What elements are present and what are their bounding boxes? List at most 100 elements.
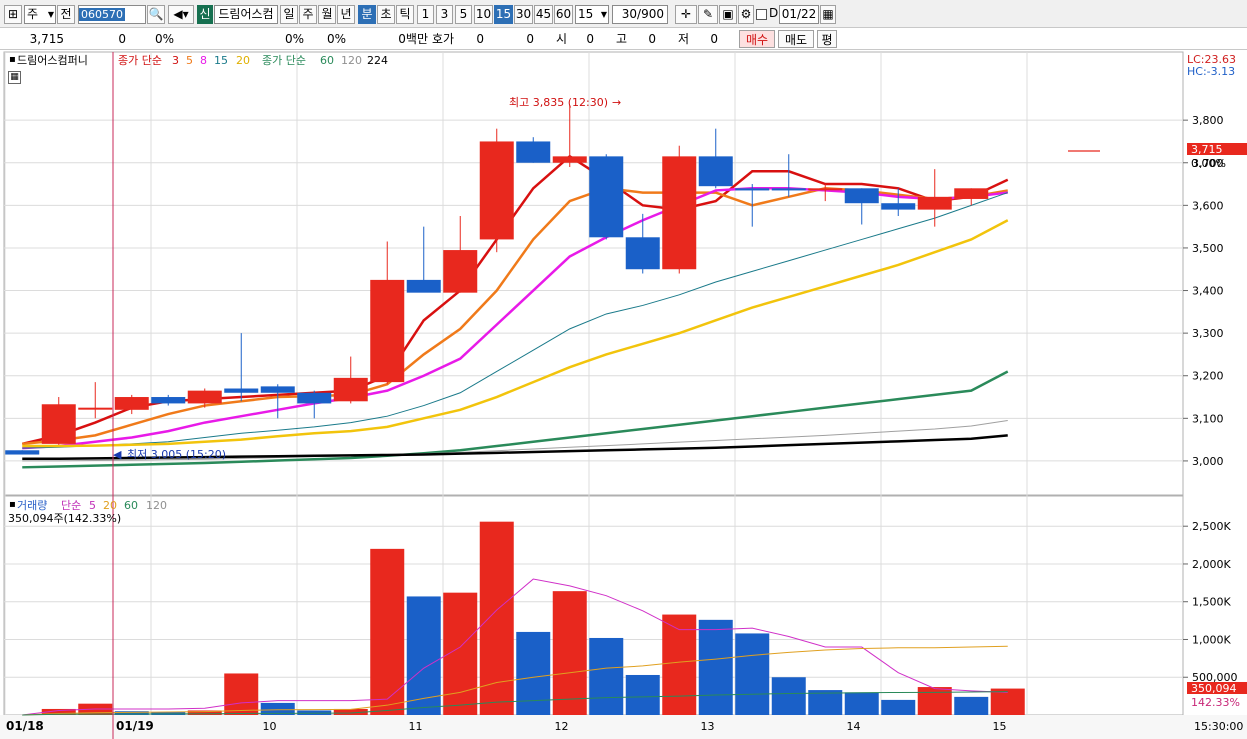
stock-tab[interactable]: 드림어스컴퍼니 [17, 54, 88, 67]
ma-period-120: 120 [341, 54, 362, 67]
volume-bar [370, 548, 405, 715]
current-pct-tag: 0.00% [1191, 157, 1226, 170]
interval-10[interactable]: 10 [474, 5, 493, 24]
hoga-label: 호가 [432, 32, 455, 46]
calendar-icon[interactable]: ▦ [820, 5, 836, 24]
low-value: 0 [710, 32, 718, 46]
candle-body [844, 188, 879, 204]
volume-title: 거래량 [17, 499, 48, 512]
candle-body [260, 386, 295, 393]
tab-month[interactable]: 월 [318, 5, 336, 24]
candle-body [479, 141, 514, 240]
volume-bar [881, 699, 916, 715]
date-input[interactable]: 01/22 [779, 5, 819, 24]
volume-bar [589, 637, 624, 715]
volume-ma-title: 단순 [61, 499, 82, 512]
sell-button[interactable]: 매도 [778, 30, 814, 48]
tab-minute[interactable]: 분 [358, 5, 376, 24]
eval-button[interactable]: 평 [817, 30, 837, 48]
new-badge[interactable]: 신 [197, 5, 213, 24]
panel-menu-icon[interactable]: ▪ [9, 498, 16, 511]
time-readout: 15:30:00 [1194, 720, 1243, 733]
x-axis-label: 12 [555, 720, 569, 733]
buy-button[interactable]: 매수 [739, 30, 775, 48]
volume-bar [771, 677, 806, 715]
tab-day[interactable]: 일 [280, 5, 298, 24]
rate-value-2: 0% [326, 32, 346, 46]
tab-tick[interactable]: 틱 [396, 5, 414, 24]
tab-second[interactable]: 초 [377, 5, 395, 24]
volume-ma-5: 5 [89, 499, 96, 512]
save-icon[interactable]: ▣ [719, 5, 737, 24]
current-price: 3,715 [29, 32, 64, 46]
volume-bar [917, 687, 952, 715]
panel-menu-icon[interactable]: ▪ [9, 53, 16, 66]
change-rate: 0% [154, 32, 174, 46]
speaker-icon[interactable]: ◀▾ [168, 5, 194, 24]
volume-tick-label: 1,500K [1192, 596, 1231, 609]
open-value: 0 [586, 32, 594, 46]
open-label: 시 [556, 32, 568, 46]
interval-3[interactable]: 3 [436, 5, 453, 24]
arrow-left-icon: ◀ [113, 448, 122, 461]
interval-5[interactable]: 5 [455, 5, 472, 24]
prev-button[interactable]: 전 [57, 5, 75, 24]
current-volume-pct: 142.33% [1191, 696, 1240, 709]
ma-period-224: 224 [367, 54, 388, 67]
candle-body [41, 404, 76, 444]
stock-chart[interactable]: 3,0003,1003,2003,3003,4003,5003,6003,700… [0, 50, 1247, 739]
interval-45[interactable]: 45 [534, 5, 553, 24]
x-axis-label: 15 [993, 720, 1007, 733]
ma-period-60: 60 [320, 54, 334, 67]
gear-icon[interactable]: ⚙ [738, 5, 754, 24]
candle-body [443, 250, 478, 293]
price-change: 0 [118, 32, 126, 46]
volume-bar [954, 696, 989, 715]
ma-period-3: 3 [172, 54, 179, 67]
candle-body [516, 141, 551, 163]
x-axis-label: 13 [701, 720, 715, 733]
interval-30[interactable]: 30 [514, 5, 533, 24]
d-checkbox[interactable] [756, 9, 767, 20]
volume-axis: 500,0001,000K1,500K2,000K2,500K [1183, 520, 1238, 684]
price-tick-label: 3,800 [1192, 114, 1224, 127]
volume-tick-label: 2,000K [1192, 558, 1231, 571]
current-volume-tag-text: 350,094 [1191, 682, 1237, 695]
ma-period-20: 20 [236, 54, 250, 67]
interval-select[interactable]: 15 ▼ [575, 5, 609, 24]
layout-icon[interactable]: ⊞ [4, 5, 22, 24]
candle-body [297, 392, 332, 404]
stock-name-display: 드림어스컴 [214, 5, 278, 24]
interval-60[interactable]: 60 [554, 5, 573, 24]
tab-week[interactable]: 주 [299, 5, 317, 24]
current-price-tag-text: 3,715 [1191, 143, 1223, 156]
date-left-label: 01/18 [6, 719, 44, 733]
candle-body [917, 196, 952, 210]
crosshair-icon[interactable]: ✛ [675, 5, 697, 24]
candle-body [187, 390, 222, 404]
candle-body [954, 188, 989, 199]
volume-bar [625, 674, 660, 715]
count-input[interactable]: 30/900 [612, 5, 668, 24]
type-select[interactable]: 주 ▼ [24, 5, 56, 24]
stock-code-input[interactable]: 060570 [78, 5, 146, 24]
volume-bar [698, 619, 733, 715]
candle-body [662, 156, 697, 270]
ma-period-8: 8 [200, 54, 207, 67]
ma-period-5: 5 [186, 54, 193, 67]
search-icon[interactable]: 🔍 [147, 5, 165, 24]
volume-bar [990, 688, 1025, 715]
interval-15[interactable]: 15 [494, 5, 513, 24]
volume-tick-label: 1,000K [1192, 633, 1231, 646]
low-label: 저 [678, 32, 690, 46]
tab-year[interactable]: 년 [337, 5, 355, 24]
arrow-right-icon: → [612, 96, 621, 109]
interval-1[interactable]: 1 [417, 5, 434, 24]
grid-toggle-icon[interactable]: ▦ [8, 71, 21, 84]
x-axis-label: 11 [409, 720, 423, 733]
draw-tool-icon[interactable]: ✎ [698, 5, 718, 24]
low-annotation: 최저 3,005 (15:20) [127, 448, 226, 461]
candle-body [5, 450, 40, 455]
d-checkbox-label: D [769, 6, 779, 20]
candle-body [114, 397, 149, 410]
